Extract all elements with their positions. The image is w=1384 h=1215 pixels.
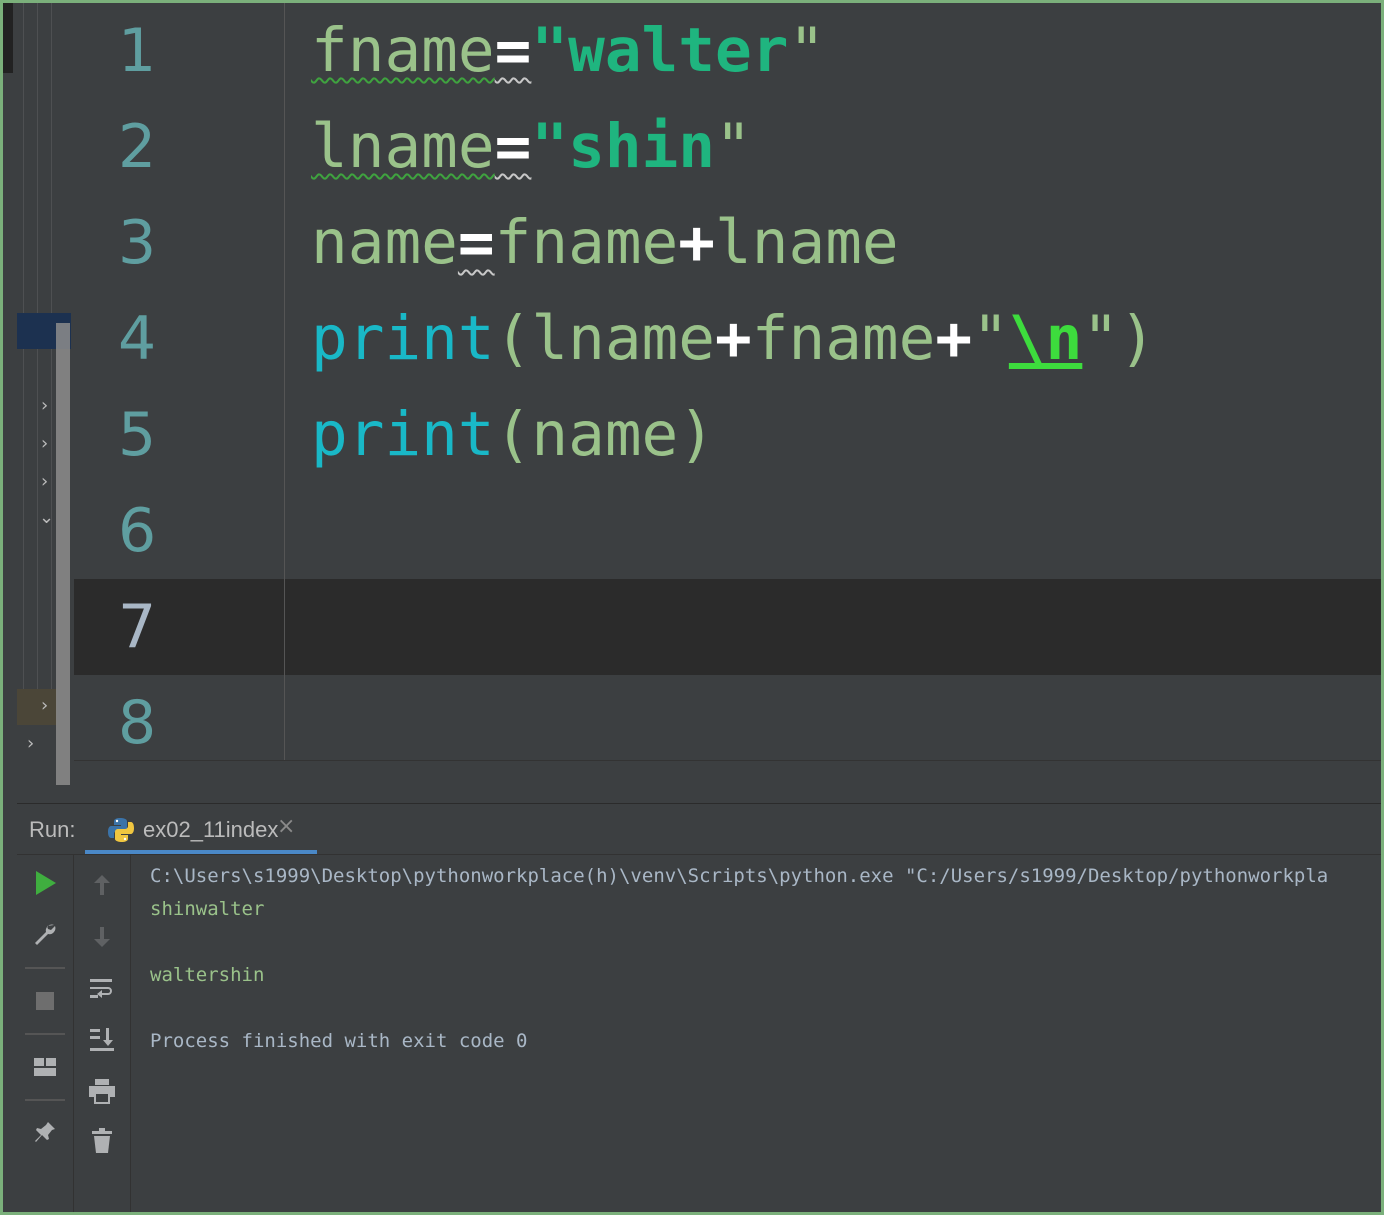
- console-line: waltershin: [150, 964, 265, 986]
- arrow-up-icon[interactable]: [86, 869, 118, 901]
- chevron-down-icon[interactable]: ⌄: [39, 509, 54, 527]
- toolbar-separator: [25, 1099, 65, 1101]
- chevron-right-icon[interactable]: ›: [27, 735, 34, 753]
- code-text[interactable]: lname="shin": [311, 99, 752, 195]
- chevron-right-icon[interactable]: ›: [41, 697, 48, 715]
- toolbar-separator: [25, 1033, 65, 1035]
- arrow-down-icon[interactable]: [86, 921, 118, 953]
- indent-guide: [51, 3, 52, 723]
- console-line: C:\Users\s1999\Desktop\pythonworkplace(h…: [150, 865, 1329, 887]
- run-header: Run: ex02_11index ×: [17, 804, 1381, 855]
- run-tab-label: ex02_11index: [143, 817, 279, 842]
- toolbar-separator: [25, 967, 65, 969]
- structure-strip: › › › ⌄ › ›: [3, 3, 75, 800]
- indent-guide: [37, 3, 38, 723]
- strip-marker: [3, 3, 13, 73]
- trash-icon[interactable]: [86, 1125, 118, 1157]
- soft-wrap-icon[interactable]: [86, 973, 118, 1005]
- run-tool-window: Run: ex02_11index × C:\Users\s1999\Deskt…: [17, 803, 1381, 1212]
- console-output[interactable]: C:\Users\s1999\Desktop\pythonworkplace(h…: [150, 860, 1381, 1212]
- structure-scrollbar[interactable]: [56, 323, 70, 785]
- wrench-icon[interactable]: [29, 919, 61, 951]
- scroll-to-end-icon[interactable]: [86, 1023, 118, 1055]
- run-tab[interactable]: ex02_11index ×: [85, 804, 317, 854]
- console-line: Process finished with exit code 0: [150, 1030, 528, 1052]
- console-line: shinwalter: [150, 898, 265, 920]
- play-icon[interactable]: [29, 867, 61, 899]
- print-icon[interactable]: [86, 1075, 118, 1107]
- stop-icon[interactable]: [29, 985, 61, 1017]
- code-text[interactable]: print(lname+fname+"\n"): [311, 291, 1156, 387]
- ide-window: › › › ⌄ › › 1 fname="walter" 2 lname="sh…: [0, 0, 1384, 1215]
- pin-icon[interactable]: [29, 1117, 61, 1149]
- chevron-right-icon[interactable]: ›: [41, 397, 48, 415]
- python-icon: [108, 818, 134, 842]
- code-text[interactable]: print(name): [311, 387, 715, 483]
- chevron-right-icon[interactable]: ›: [41, 473, 48, 491]
- indent-guide: [23, 3, 24, 723]
- close-icon[interactable]: ×: [277, 814, 295, 839]
- editor-scroll-area: [74, 760, 1381, 805]
- run-toolbar-primary: [17, 855, 74, 1212]
- console-line: ​: [150, 992, 1381, 1025]
- gutter-divider: [74, 3, 285, 760]
- run-toolbar-secondary: [74, 855, 131, 1212]
- chevron-right-icon[interactable]: ›: [41, 435, 48, 453]
- code-text[interactable]: fname="walter": [311, 3, 825, 99]
- code-text[interactable]: name=fname+lname: [311, 195, 899, 291]
- run-label: Run:: [29, 817, 76, 842]
- structure-highlight: [17, 689, 57, 725]
- layout-icon[interactable]: [29, 1051, 61, 1083]
- code-editor[interactable]: 1 fname="walter" 2 lname="shin" 3 name=f…: [74, 3, 1381, 760]
- console-line: ​: [150, 926, 1381, 959]
